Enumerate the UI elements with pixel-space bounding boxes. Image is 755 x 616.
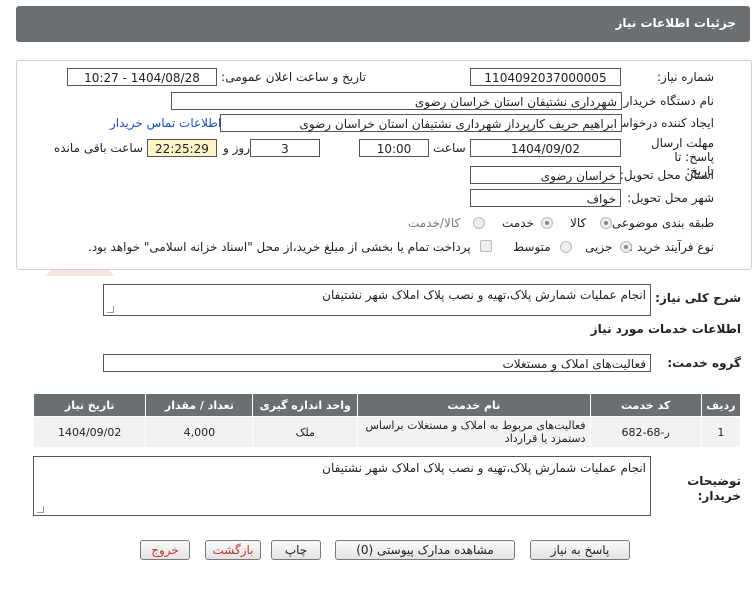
announce-date-field[interactable]: 1404/08/28 - 10:27 [67, 68, 217, 86]
need-number-label: شماره نیاز: [657, 70, 714, 84]
back-button[interactable]: بازگشت [205, 540, 261, 560]
city-field[interactable]: خواف [470, 189, 621, 207]
service-group-field[interactable]: فعالیت‌های املاک و مستغلات [103, 354, 651, 372]
process-option-minor: جزیی [585, 240, 613, 254]
process-option-medium: متوسط [513, 240, 551, 254]
payment-note: پرداخت تمام یا بخشی از مبلغ خرید،از محل … [88, 240, 471, 254]
buyer-org-field[interactable]: شهرداری نشتیفان استان خراسان رضوی [171, 92, 622, 110]
reply-button[interactable]: پاسخ به نیاز [530, 540, 630, 560]
buyer-org-label: نام دستگاه خریدار: [619, 94, 715, 108]
announce-date-label: تاریخ و ساعت اعلان عمومی: [221, 70, 366, 84]
table-row[interactable]: 1404/09/02 4,000 ملک فعالیت‌های مربوط به… [32, 416, 742, 448]
services-title: اطلاعات خدمات مورد نیاز [590, 322, 741, 336]
page-header: جزئیات اطلاعات نیاز [16, 6, 750, 42]
province-label: استان محل تحویل: [619, 168, 714, 182]
buyer-notes-textarea[interactable]: انجام عملیات شمارش پلاک،تهیه و نصب پلاک … [33, 456, 651, 516]
cell-need-date: 1404/09/02 [32, 416, 147, 448]
exit-button[interactable]: خروج [140, 540, 190, 560]
creator-field[interactable]: ابراهیم حریف کارپرداز شهرداری نشتیفان اس… [220, 114, 622, 132]
category-label: طبقه بندی موضوعی: [607, 216, 714, 230]
view-attachments-button[interactable]: مشاهده مدارک پیوستی (0) [335, 540, 515, 560]
col-index: ردیف [700, 393, 742, 417]
col-service-name: نام خدمت [357, 393, 591, 417]
cell-unit: ملک [252, 416, 359, 448]
buyer-contact-link[interactable]: اطلاعات تماس خریدار [110, 116, 221, 130]
cell-quantity: 4,000 [145, 416, 254, 448]
resize-handle-icon[interactable] [107, 306, 114, 313]
col-need-date: تاریخ نیاز [32, 393, 147, 417]
resize-handle-icon[interactable] [37, 506, 44, 513]
print-button[interactable]: چاپ [271, 540, 321, 560]
remaining-time-label: ساعت باقی مانده [54, 141, 144, 155]
deadline-time-label: ساعت [433, 141, 466, 155]
cell-service-code: ر-68-682 [589, 416, 702, 448]
category-option-both: کالا/خدمت [408, 216, 461, 230]
page-title: جزئیات اطلاعات نیاز [615, 16, 736, 30]
services-table: تاریخ نیاز تعداد / مقدار واحد اندازه گیر… [32, 393, 742, 448]
process-radio-minor[interactable] [620, 241, 632, 253]
category-radio-goods[interactable] [600, 217, 612, 229]
province-field[interactable]: خراسان رضوی [470, 166, 621, 184]
category-option-goods: کالا [570, 216, 587, 230]
service-group-label: گروه خدمت: [667, 356, 741, 370]
category-option-service: خدمت [502, 216, 534, 230]
treasury-bonds-checkbox[interactable] [480, 240, 492, 252]
days-remaining-field[interactable]: 3 [250, 139, 320, 157]
city-label: شهر محل تحویل: [627, 191, 714, 205]
buyer-notes-label: توضیحات خریدار: [687, 474, 741, 503]
cell-index: 1 [700, 416, 742, 448]
col-quantity: تعداد / مقدار [145, 393, 254, 417]
deadline-date-field[interactable]: 1404/09/02 [470, 139, 621, 157]
summary-textarea[interactable]: انجام عملیات شمارش پلاک،تهیه و نصب پلاک … [103, 284, 651, 316]
col-unit: واحد اندازه گیری [252, 393, 359, 417]
process-radio-medium[interactable] [560, 241, 572, 253]
category-radio-service[interactable] [541, 217, 553, 229]
cell-service-name: فعالیت‌های مربوط به املاک و مستغلات براس… [357, 416, 591, 448]
col-service-code: کد خدمت [589, 393, 702, 417]
process-label: نوع فرآیند خرید : [629, 240, 714, 254]
table-header-row: تاریخ نیاز تعداد / مقدار واحد اندازه گیر… [32, 393, 742, 417]
need-number-field[interactable]: 1104092037000005 [470, 68, 621, 86]
category-radio-both[interactable] [473, 217, 485, 229]
deadline-time-field[interactable]: 10:00 [359, 139, 429, 157]
days-label: روز و [223, 141, 250, 155]
remaining-time-field[interactable]: 22:25:29 [147, 139, 217, 157]
summary-label: شرح کلی نیاز: [655, 291, 741, 305]
